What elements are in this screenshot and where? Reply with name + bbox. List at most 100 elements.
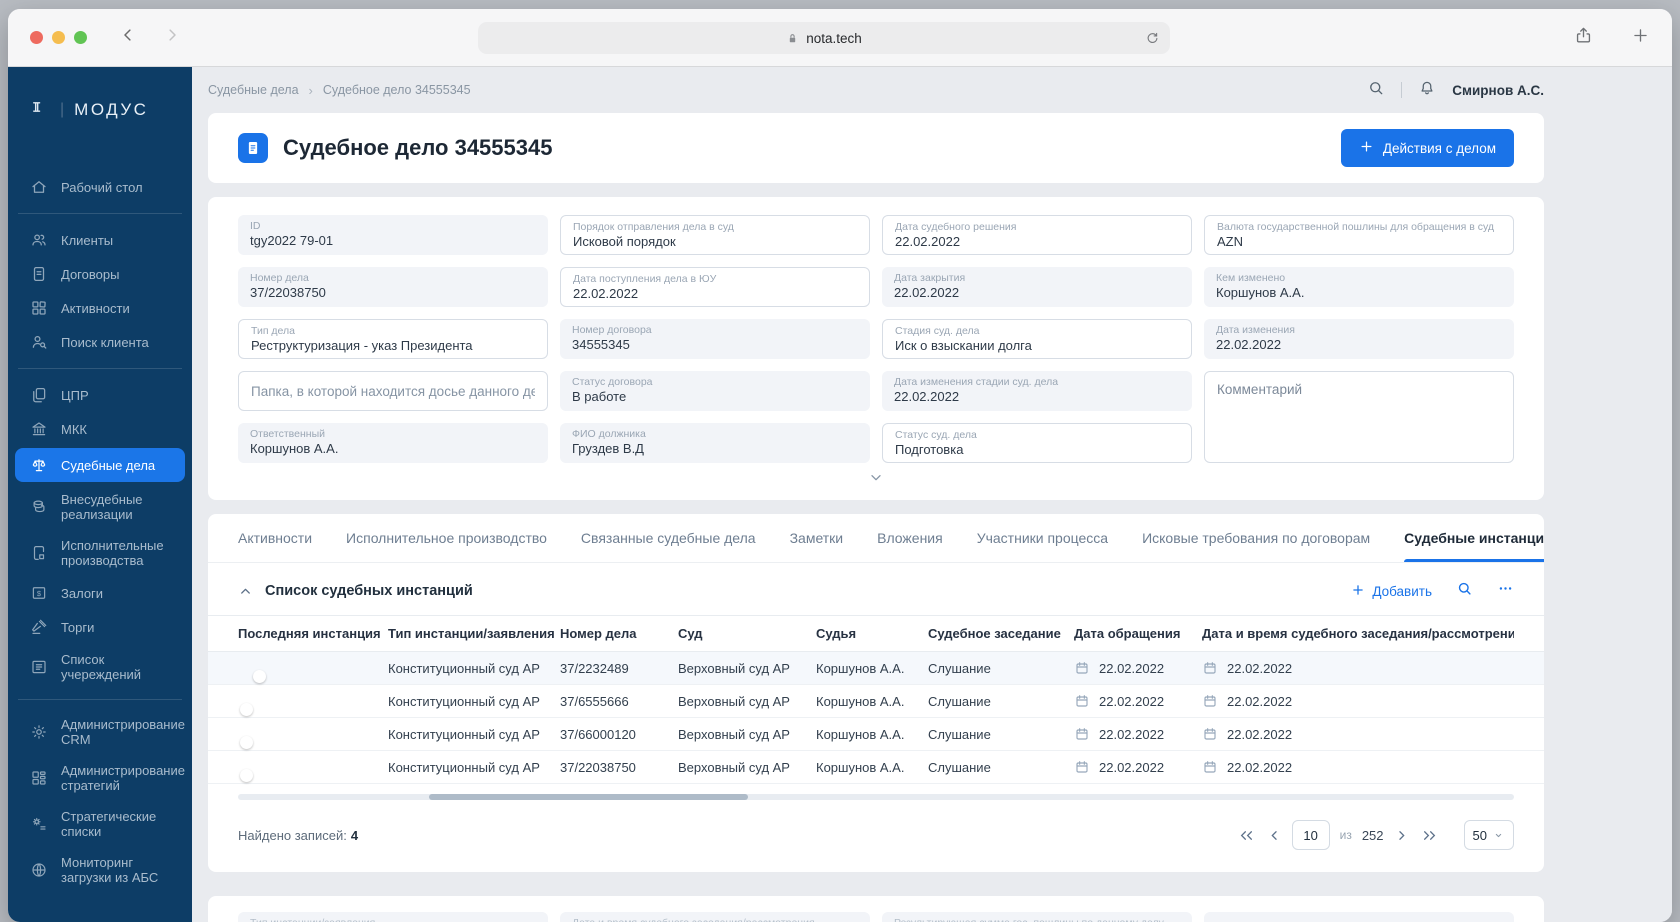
- field-comment[interactable]: Комментарий: [1204, 371, 1514, 463]
- close-window-button[interactable]: [30, 31, 43, 44]
- bell-icon[interactable]: [1418, 79, 1436, 102]
- sidebar-item-admin-strategies[interactable]: Администрирование стратегий: [8, 755, 192, 801]
- field-state-duty-currency[interactable]: Валюта государственной пошлины для обращ…: [1204, 215, 1514, 255]
- sidebar-item-enforcement[interactable]: Исполнительные производства: [8, 530, 192, 576]
- browser-window: nota.tech | МОДУС Рабочий стол Клиенты Д…: [8, 9, 1672, 922]
- person-search-icon: [30, 333, 48, 351]
- case-actions-button[interactable]: Действия с делом: [1340, 129, 1514, 167]
- pagination: 10 из 252 50: [1236, 820, 1514, 850]
- tab-notes[interactable]: Заметки: [790, 514, 844, 562]
- calendar-icon: [1202, 693, 1218, 709]
- calendar-icon: [1074, 660, 1090, 676]
- first-page-button[interactable]: [1236, 828, 1257, 843]
- add-instance-button[interactable]: Добавить: [1351, 583, 1432, 600]
- reload-icon[interactable]: [1145, 31, 1160, 46]
- sidebar-item-contracts[interactable]: Договоры: [8, 257, 192, 291]
- sidebar-item-label: Администрирование стратегий: [61, 763, 185, 793]
- new-tab-icon[interactable]: [1631, 26, 1650, 50]
- search-icon[interactable]: [1367, 79, 1385, 102]
- sidebar-item-mkk[interactable]: МКК: [8, 412, 192, 446]
- field-blank: [1204, 912, 1514, 922]
- sidebar-item-label: Клиенты: [61, 232, 114, 248]
- table-row[interactable]: Конституционный суд АР 37/2232489 Верхов…: [208, 652, 1544, 685]
- horizontal-scrollbar[interactable]: [238, 794, 1514, 800]
- table-row[interactable]: Конституционный суд АР 37/66000120 Верхо…: [208, 718, 1544, 751]
- sidebar-item-pledges[interactable]: $ Залоги: [8, 576, 192, 610]
- next-page-button[interactable]: [1394, 828, 1409, 843]
- more-options-icon[interactable]: [1497, 580, 1514, 602]
- field-id: ID tgy2022 79-01: [238, 215, 548, 255]
- case-document-icon: [238, 133, 268, 163]
- field-judgment-date[interactable]: Дата судебного решения 22.02.2022: [882, 215, 1192, 255]
- sidebar-item-extrajudicial[interactable]: Внесудебные реализации: [8, 484, 192, 530]
- last-page-button[interactable]: [1419, 828, 1440, 843]
- browser-forward-button[interactable]: [163, 26, 181, 49]
- calendar-icon: [1202, 660, 1218, 676]
- tab-claims[interactable]: Исковые требования по договорам: [1142, 514, 1370, 562]
- field-changed-by: Кем изменено Коршунов А.А.: [1204, 267, 1514, 307]
- tab-enforcement[interactable]: Исполнительное производство: [346, 514, 547, 562]
- sidebar-item-client-search[interactable]: Поиск клиента: [8, 325, 192, 359]
- sidebar-item-strategic-lists[interactable]: Стратегические списки: [8, 801, 192, 847]
- field-contract-status: Статус договора В работе: [560, 371, 870, 411]
- coins-icon: [30, 498, 48, 516]
- field-case-number: Номер дела 37/22038750: [238, 267, 548, 307]
- field-case-type[interactable]: Тип дела Реструктуризация - указ Президе…: [238, 319, 548, 359]
- sidebar-item-institutions[interactable]: Список учереждений: [8, 644, 192, 690]
- sidebar-item-auctions[interactable]: Торги: [8, 610, 192, 644]
- user-name[interactable]: Смирнов А.С.: [1452, 83, 1544, 98]
- sidebar-item-cpr[interactable]: ЦПР: [8, 378, 192, 412]
- scrollbar-thumb[interactable]: [429, 794, 749, 800]
- table-search-icon[interactable]: [1456, 580, 1473, 602]
- gear-icon: [30, 723, 48, 741]
- field-dossier-folder[interactable]: Папка, в которой находится досье данного…: [238, 371, 548, 411]
- browser-back-button[interactable]: [119, 26, 137, 49]
- address-bar[interactable]: nota.tech: [478, 22, 1170, 54]
- table-row[interactable]: Конституционный суд АР 37/22038750 Верхо…: [208, 751, 1544, 784]
- table-row[interactable]: Конституционный суд АР 37/6555666 Верхов…: [208, 685, 1544, 718]
- calendar-icon: [1202, 759, 1218, 775]
- prev-page-button[interactable]: [1267, 828, 1282, 843]
- section-title: Список судебных инстанций: [265, 583, 473, 599]
- sidebar: | МОДУС Рабочий стол Клиенты Договоры Ак…: [8, 67, 192, 922]
- field-received-date[interactable]: Дата поступления дела в ЮУ 22.02.2022: [560, 267, 870, 307]
- col-session: Судебное заседание: [928, 626, 1061, 641]
- collapse-section-control[interactable]: [238, 584, 253, 599]
- sidebar-item-court-cases[interactable]: Судебные дела: [15, 448, 185, 482]
- share-icon[interactable]: [1574, 26, 1593, 50]
- list-icon: [30, 658, 48, 676]
- zoom-window-button[interactable]: [74, 31, 87, 44]
- traffic-lights: [30, 31, 87, 44]
- tab-court-instances[interactable]: Судебные инстанции: [1404, 514, 1544, 562]
- sidebar-item-clients[interactable]: Клиенты: [8, 223, 192, 257]
- instances-table: Последняя инстанция Тип инстанции/заявле…: [208, 615, 1544, 784]
- sidebar-item-label: Рабочий стол: [61, 179, 143, 195]
- page-number-input[interactable]: 10: [1291, 820, 1330, 850]
- sidebar-item-desktop[interactable]: Рабочий стол: [8, 170, 192, 204]
- sidebar-item-label: Договоры: [61, 266, 120, 282]
- field-court-send-order[interactable]: Порядок отправления дела в суд Исковой п…: [560, 215, 870, 255]
- records-found: Найдено записей: 4: [238, 827, 359, 843]
- minimize-window-button[interactable]: [52, 31, 65, 44]
- col-instance-type: Тип инстанции/заявления: [388, 626, 555, 641]
- sidebar-item-activities[interactable]: Активности: [8, 291, 192, 325]
- collapse-details-control[interactable]: [238, 463, 1514, 494]
- breadcrumb-court-cases[interactable]: Судебные дела: [208, 83, 299, 97]
- sidebar-item-abs-monitoring[interactable]: Мониторинг загрузки из АБС: [8, 847, 192, 893]
- tab-related-cases[interactable]: Связанные судебные дела: [581, 514, 756, 562]
- gavel-icon: [30, 618, 48, 636]
- field-session-datetime: Дата и время судебного заседания/рассмот…: [560, 912, 870, 922]
- sidebar-item-admin-crm[interactable]: Администрирование CRM: [8, 709, 192, 755]
- tab-activities[interactable]: Активности: [238, 514, 312, 562]
- calendar-icon: [1074, 726, 1090, 742]
- svg-text:$: $: [37, 589, 42, 598]
- field-case-stage[interactable]: Стадия суд. дела Иск о взыскании долга: [882, 319, 1192, 359]
- field-case-status[interactable]: Статус суд. дела Подготовка: [882, 423, 1192, 463]
- lock-icon: [786, 32, 799, 45]
- grid-icon: [30, 299, 48, 317]
- tab-participants[interactable]: Участники процесса: [977, 514, 1108, 562]
- tab-attachments[interactable]: Вложения: [877, 514, 943, 562]
- grid-small-icon: [30, 769, 48, 787]
- document-icon: [30, 265, 48, 283]
- page-size-select[interactable]: 50: [1463, 820, 1514, 850]
